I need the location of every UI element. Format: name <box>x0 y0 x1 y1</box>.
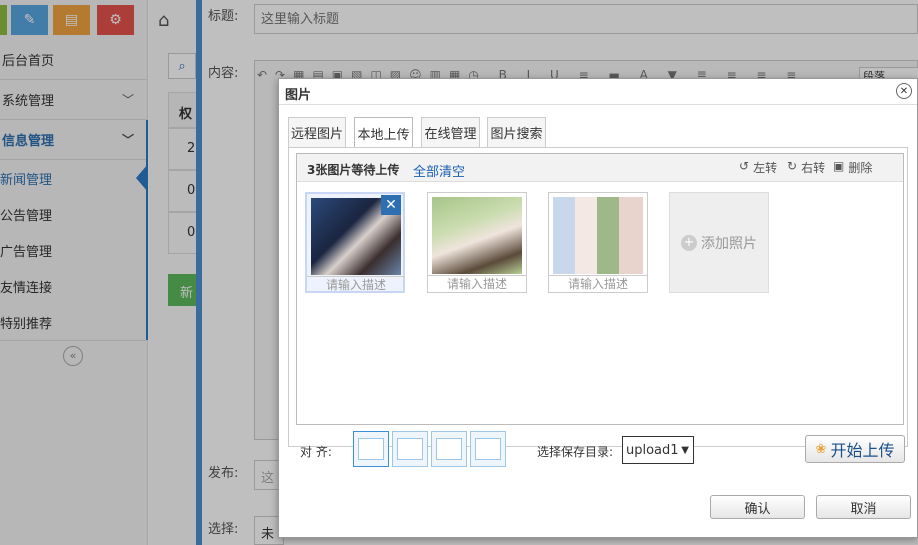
save-dir-label: 选择保存目录: <box>537 445 614 459</box>
tab-label: 图片搜索 <box>490 127 543 142</box>
add-photo-label: 添加照片 <box>701 235 757 252</box>
align-label: 对 齐: <box>300 445 332 459</box>
align-center-button[interactable] <box>470 431 506 467</box>
cancel-button[interactable]: 取消 <box>816 495 911 519</box>
photo-thumbnail[interactable]: 请输入描述 <box>548 192 648 293</box>
photo-thumbnail[interactable]: ✕ 请输入描述 <box>305 192 405 293</box>
align-center-icon <box>475 438 501 460</box>
delete-icon: ▣ <box>833 159 845 173</box>
start-upload-button[interactable]: ❀ 开始上传 <box>805 435 905 463</box>
ok-label: 确认 <box>744 501 771 517</box>
photo-caption-input[interactable]: 请输入描述 <box>549 275 647 292</box>
plus-icon: + <box>681 234 697 251</box>
chevron-down-icon: ▼ <box>681 444 689 456</box>
add-photo-button[interactable]: + 添加照片 <box>669 192 769 293</box>
tab-label: 在线管理 <box>424 127 477 142</box>
align-left-icon <box>397 438 423 460</box>
dialog-title: 图片 <box>285 88 312 103</box>
rotate-left-label: 左转 <box>753 161 778 175</box>
remove-photo-icon[interactable]: ✕ <box>381 195 401 215</box>
cancel-label: 取消 <box>850 501 877 517</box>
photo-image <box>432 197 522 274</box>
align-left-button[interactable] <box>392 431 428 467</box>
upload-status: 3张图片等待上传 <box>307 163 400 177</box>
align-right-icon <box>436 438 462 460</box>
tab-remote[interactable]: 远程图片 <box>288 117 346 147</box>
rotate-right-label: 右转 <box>801 161 826 175</box>
photo-image <box>553 197 643 274</box>
photo-caption-input[interactable]: 请输入描述 <box>307 276 405 293</box>
start-upload-label: 开始上传 <box>830 441 895 460</box>
delete-button[interactable]: ▣ 删除 <box>833 159 872 176</box>
rotate-right-button[interactable]: ↻ 右转 <box>787 159 825 176</box>
dialog-header: 图片 ✕ <box>279 79 917 105</box>
image-dialog: 图片 ✕ 远程图片 本地上传 在线管理 图片搜索 3张图片等待上传 全部清空 ↺… <box>278 78 918 538</box>
clear-all-link[interactable]: 全部清空 <box>413 161 465 180</box>
rotate-left-button[interactable]: ↺ 左转 <box>739 159 777 176</box>
tab-online-manage[interactable]: 在线管理 <box>421 117 480 147</box>
align-none-button[interactable] <box>353 431 389 467</box>
tab-local-upload[interactable]: 本地上传 <box>354 117 413 148</box>
tab-label: 本地上传 <box>357 127 410 143</box>
tab-image-search[interactable]: 图片搜索 <box>487 117 546 147</box>
rotate-left-icon: ↺ <box>739 159 750 173</box>
tab-label: 远程图片 <box>290 127 343 142</box>
photo-thumbnail[interactable]: 请输入描述 <box>427 192 527 293</box>
delete-label: 删除 <box>848 161 873 175</box>
save-dir-select[interactable]: upload1 ▼ <box>622 436 694 464</box>
align-none-icon <box>358 438 384 460</box>
save-dir-value: upload1 <box>626 442 679 458</box>
rotate-right-icon: ↻ <box>787 159 798 173</box>
close-icon[interactable]: ✕ <box>896 83 912 99</box>
photo-caption-input[interactable]: 请输入描述 <box>428 275 526 292</box>
upload-icon: ❀ <box>815 441 827 457</box>
upload-statusbar: 3张图片等待上传 全部清空 ↺ 左转 ↻ 右转 ▣ 删除 <box>297 154 903 182</box>
ok-button[interactable]: 确认 <box>710 495 805 519</box>
align-right-button[interactable] <box>431 431 467 467</box>
